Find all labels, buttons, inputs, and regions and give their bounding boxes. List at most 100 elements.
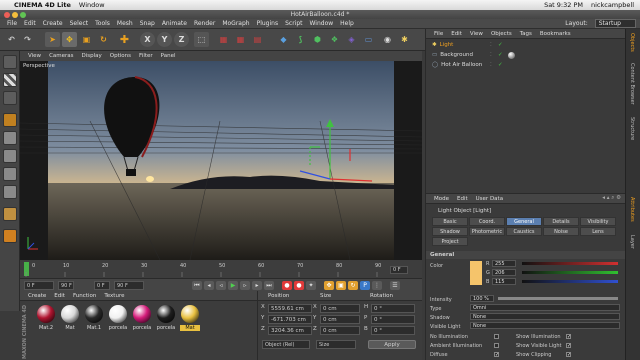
size-field[interactable]: 0 cm bbox=[320, 315, 360, 324]
tab-noise[interactable]: Noise bbox=[543, 227, 579, 236]
previous-key-icon[interactable]: ◂ bbox=[204, 281, 214, 290]
material-swatch[interactable]: porcela bbox=[156, 305, 176, 331]
material-menu-create[interactable]: Create bbox=[28, 293, 46, 299]
visibility-toggle-icon[interactable]: ⁚ bbox=[490, 41, 492, 50]
type-select[interactable]: Omni bbox=[470, 304, 620, 311]
material-menu-function[interactable]: Function bbox=[73, 293, 96, 299]
live-selection-icon[interactable]: ➤ bbox=[45, 32, 60, 47]
edges-mode-icon[interactable] bbox=[3, 167, 17, 181]
make-editable-icon[interactable] bbox=[3, 55, 17, 69]
menu-select[interactable]: Select bbox=[70, 20, 89, 27]
material-menu-edit[interactable]: Edit bbox=[54, 293, 65, 299]
menu-edit[interactable]: Edit bbox=[24, 20, 36, 27]
attribute-nav-icons[interactable]: ◂ ▴ ⌕ ⚙ bbox=[602, 195, 621, 202]
autokeying-icon[interactable]: ● bbox=[294, 281, 304, 290]
visibility-toggle-icon[interactable]: ⁚ bbox=[490, 61, 492, 70]
coordinate-system-icon[interactable]: ⬚ bbox=[194, 32, 209, 47]
rgb-slider[interactable] bbox=[522, 280, 618, 283]
user-name[interactable]: nickcampbell bbox=[591, 1, 634, 9]
tab-shadow[interactable]: Shadow bbox=[432, 227, 468, 236]
ambient-illumination-checkbox[interactable] bbox=[494, 343, 499, 348]
attribute-menu-user-data[interactable]: User Data bbox=[476, 196, 503, 202]
timeline-playhead[interactable] bbox=[24, 262, 29, 276]
perspective-viewport[interactable]: Perspective bbox=[20, 61, 422, 260]
object-menu-file[interactable]: File bbox=[434, 31, 443, 37]
object-mode-icon[interactable] bbox=[3, 131, 17, 145]
previous-frame-icon[interactable]: ◃ bbox=[216, 281, 226, 290]
render-picture-viewer-icon[interactable]: ▦ bbox=[233, 32, 248, 47]
object-menu-view[interactable]: View bbox=[470, 31, 483, 37]
keyframe-selection-icon[interactable]: ✦ bbox=[306, 281, 316, 290]
workplane-icon[interactable] bbox=[3, 91, 17, 105]
menu-animate[interactable]: Animate bbox=[162, 20, 187, 27]
render-settings-icon[interactable]: ▤ bbox=[250, 32, 265, 47]
tab-details[interactable]: Details bbox=[543, 217, 579, 226]
object-menu-objects[interactable]: Objects bbox=[491, 31, 512, 37]
material-tag-icon[interactable] bbox=[508, 52, 515, 59]
position-field[interactable]: 3204.36 cm bbox=[268, 326, 312, 335]
visibility-toggle-icon[interactable]: ⁚ bbox=[490, 51, 492, 60]
next-frame-icon[interactable]: ▹ bbox=[240, 281, 250, 290]
object-row[interactable]: ✱ Light ⁚ ✓ bbox=[426, 41, 626, 50]
object-menu-bookmarks[interactable]: Bookmarks bbox=[540, 31, 571, 37]
tab-caustics[interactable]: Caustics bbox=[506, 227, 542, 236]
minimize-window-button[interactable] bbox=[12, 12, 18, 18]
subdivision-surface-icon[interactable]: ⬢ bbox=[310, 32, 325, 47]
current-frame-field[interactable]: 0 F bbox=[390, 266, 408, 274]
menu-help[interactable]: Help bbox=[340, 20, 354, 27]
layout-select[interactable]: Startup bbox=[594, 19, 636, 28]
model-mode-icon[interactable] bbox=[3, 113, 17, 127]
record-rotation-icon[interactable]: ↻ bbox=[348, 281, 358, 290]
intensity-field[interactable]: 100 % bbox=[470, 295, 494, 302]
preview-start-field[interactable]: 0 F bbox=[94, 281, 110, 290]
end-frame-field[interactable]: 90 F bbox=[58, 281, 74, 290]
tab-lens[interactable]: Lens bbox=[580, 227, 616, 236]
viewport-menu-cameras[interactable]: Cameras bbox=[49, 53, 73, 59]
position-field[interactable]: 5559.61 cm bbox=[268, 304, 312, 313]
menu-script[interactable]: Script bbox=[285, 20, 302, 27]
rotation-field[interactable]: 0 ° bbox=[371, 326, 415, 335]
menu-plugins[interactable]: Plugins bbox=[257, 20, 279, 27]
material-swatch[interactable]: porcela bbox=[108, 305, 128, 331]
menu-tools[interactable]: Tools bbox=[95, 20, 110, 27]
object-row[interactable]: ▭ Background ⁚ ✓ bbox=[426, 51, 626, 60]
tab-content-browser[interactable]: Content Browser bbox=[629, 63, 635, 105]
position-field[interactable]: -671.703 cm bbox=[268, 315, 312, 324]
size-mode-select[interactable]: Size bbox=[316, 340, 356, 349]
object-row[interactable]: ◯ Hot Air Balloon ⁚ ✓ bbox=[426, 61, 626, 70]
points-mode-icon[interactable] bbox=[3, 149, 17, 163]
size-field[interactable]: 0 cm bbox=[320, 304, 360, 313]
x-axis-lock-button[interactable]: X bbox=[140, 32, 155, 47]
object-name[interactable]: Background bbox=[440, 52, 473, 58]
shadow-select[interactable]: None bbox=[470, 313, 620, 320]
material-menu-texture[interactable]: Texture bbox=[104, 293, 124, 299]
tab-coord[interactable]: Coord. bbox=[469, 217, 505, 226]
rgb-value-field[interactable]: 255 bbox=[492, 260, 516, 267]
record-parameter-icon[interactable]: P bbox=[360, 281, 370, 290]
texture-mode-icon[interactable] bbox=[3, 73, 17, 87]
menu-render[interactable]: Render bbox=[194, 20, 215, 27]
close-window-button[interactable] bbox=[4, 12, 10, 18]
rgb-slider[interactable] bbox=[522, 271, 618, 274]
apply-button[interactable]: Apply bbox=[368, 340, 416, 349]
app-menu[interactable]: CINEMA 4D Lite bbox=[14, 1, 71, 9]
camera-icon[interactable]: ◉ bbox=[380, 32, 395, 47]
show-illumination-checkbox[interactable]: ✓ bbox=[566, 334, 571, 340]
floor-icon[interactable]: ▭ bbox=[361, 32, 376, 47]
show-clipping-checkbox[interactable]: ✓ bbox=[566, 352, 571, 358]
array-icon[interactable]: ❖ bbox=[327, 32, 342, 47]
rotate-tool-icon[interactable]: ↻ bbox=[96, 32, 111, 47]
diffuse-checkbox[interactable]: ✓ bbox=[494, 352, 499, 358]
tab-visibility[interactable]: Visibility bbox=[580, 217, 616, 226]
no-illumination-checkbox[interactable] bbox=[494, 334, 499, 339]
y-axis-lock-button[interactable]: Y bbox=[157, 32, 172, 47]
viewport-menu-options[interactable]: Options bbox=[110, 53, 131, 59]
record-scale-icon[interactable]: ▣ bbox=[336, 281, 346, 290]
viewport-menu-view[interactable]: View bbox=[28, 53, 41, 59]
viewport-menu-panel[interactable]: Panel bbox=[161, 53, 176, 59]
timeline-window-icon[interactable]: ☰ bbox=[390, 281, 400, 290]
z-axis-lock-button[interactable]: Z bbox=[174, 32, 189, 47]
rgb-value-field[interactable]: 115 bbox=[492, 278, 516, 285]
scale-tool-icon[interactable]: ▣ bbox=[79, 32, 94, 47]
object-name[interactable]: Light bbox=[440, 42, 454, 48]
